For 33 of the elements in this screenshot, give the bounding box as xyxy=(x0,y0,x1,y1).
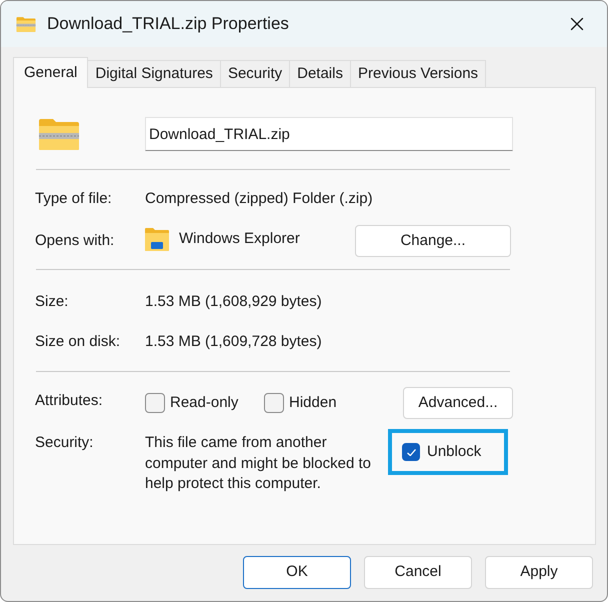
field-label: Opens with: xyxy=(35,230,116,251)
field-value: 1.53 MB (1,609,728 bytes) xyxy=(145,332,322,352)
change-button[interactable]: Change... xyxy=(355,225,511,257)
security-notice: This file came from another computer and might be blocked to help protect this computer. xyxy=(145,433,372,494)
field-value: Windows Explorer xyxy=(179,228,300,249)
field-label: Type of file: xyxy=(35,188,113,209)
checkbox-label[interactable]: Hidden xyxy=(289,392,337,414)
tab[interactable]: Previous Versions xyxy=(350,60,486,87)
field-label: Size: xyxy=(35,292,70,312)
file-name-field[interactable]: Download_TRIAL.zip xyxy=(145,117,513,151)
folder-icon xyxy=(145,227,169,251)
field-label: Size on disk: xyxy=(35,332,122,352)
checkbox-label[interactable]: Read-only xyxy=(170,392,238,414)
field-value: 1.53 MB (1,608,929 bytes) xyxy=(145,292,322,312)
checkbox[interactable] xyxy=(145,393,165,413)
field-value: Compressed (zipped) Folder (.zip) xyxy=(145,188,373,209)
tab[interactable]: General xyxy=(13,57,88,88)
zip-folder-icon xyxy=(38,118,80,150)
checkbox-label[interactable]: Unblock xyxy=(427,440,482,464)
advanced-button[interactable]: Advanced... xyxy=(403,387,513,419)
tab[interactable]: Digital Signatures xyxy=(88,60,221,87)
zip-folder-icon xyxy=(16,16,36,32)
dialog-button[interactable]: OK xyxy=(243,556,351,589)
tab[interactable]: Details xyxy=(290,60,351,87)
field-label: Security: xyxy=(35,433,94,453)
checkmark-icon xyxy=(406,448,416,456)
checkbox[interactable] xyxy=(402,443,420,461)
field-label: Attributes: xyxy=(35,390,104,411)
checkbox[interactable] xyxy=(264,393,284,413)
dialog-button[interactable]: Cancel xyxy=(364,556,472,589)
dialog-button[interactable]: Apply xyxy=(485,556,593,589)
tab[interactable]: Security xyxy=(220,60,290,87)
window-title: Download_TRIAL.zip Properties xyxy=(47,13,289,36)
